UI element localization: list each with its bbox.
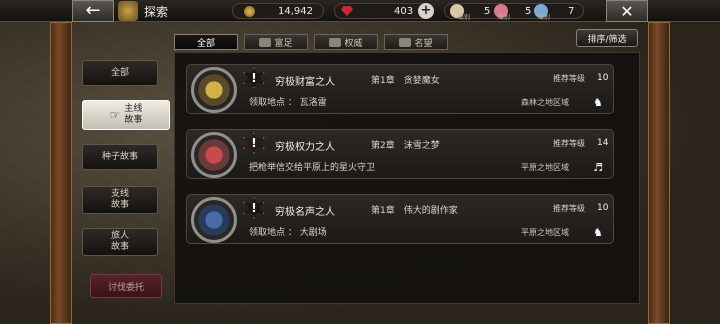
gem-amount: 403 xyxy=(394,5,414,17)
exclamation-icon: ! xyxy=(243,132,265,154)
recommended-level-label: 推荐等级 xyxy=(553,74,585,83)
filter-tabs: 全部 富足 权威 名望 xyxy=(174,34,448,50)
subdue-request-button[interactable]: 讨伐委托 xyxy=(90,274,162,298)
fame-emblem-icon xyxy=(191,197,237,243)
close-icon: ✕ xyxy=(620,1,634,21)
page-title: 探索 xyxy=(144,5,169,19)
quest-location: 领取地点 ： 瓦洛雷 xyxy=(249,98,327,108)
back-button[interactable]: ← xyxy=(72,0,114,22)
horse-icon: ♞ xyxy=(593,95,603,109)
quest-card[interactable]: ! 穷极权力之人 第2章 沫雪之梦 推荐等级 14 把枪举信交给平原上的星火守卫… xyxy=(186,129,614,179)
power-icon xyxy=(329,37,342,47)
gem-icon xyxy=(341,6,353,16)
quest-chapter: 第1章 伟大的剧作家 xyxy=(371,206,458,216)
side-item-main-story[interactable]: ☞ 主线 故事 xyxy=(82,100,170,130)
gold-amount: 14,942 xyxy=(278,5,313,17)
side-item-all[interactable]: 全部 xyxy=(82,60,158,86)
quest-name: 穷极权力之人 xyxy=(275,142,335,153)
horse-icon: ♞ xyxy=(593,225,603,239)
side-item-side-story[interactable]: 支线 故事 xyxy=(82,186,158,214)
fame-icon xyxy=(399,37,412,47)
recommended-level: 10 xyxy=(597,203,609,213)
add-gems-button[interactable]: + xyxy=(418,3,434,19)
tab-fame[interactable]: 名望 xyxy=(384,34,448,50)
coin-icon xyxy=(244,5,255,17)
arrow-left-icon: ← xyxy=(85,0,101,21)
quest-card[interactable]: ! 穷极名声之人 第1章 伟大的剧作家 推荐等级 10 领取地点 ： 大剧场 平… xyxy=(186,194,614,244)
quest-name: 穷极财富之人 xyxy=(275,77,335,88)
wealth-emblem-icon xyxy=(191,67,237,113)
frame-pillar-left xyxy=(50,22,72,324)
quest-name: 穷极名声之人 xyxy=(275,207,335,218)
side-item-seed-story[interactable]: 种子故事 xyxy=(82,144,158,170)
wealth-icon xyxy=(259,37,272,47)
wealth-badge-count: 5 xyxy=(484,5,491,17)
power-emblem-icon xyxy=(191,132,237,178)
pointing-hand-icon: ☞ xyxy=(109,107,121,122)
side-item-traveler-story[interactable]: 旅人 故事 xyxy=(82,228,158,256)
quest-region: 平原之地区域 xyxy=(521,163,569,172)
tab-wealth[interactable]: 富足 xyxy=(244,34,308,50)
close-button[interactable]: ✕ xyxy=(606,0,648,22)
recommended-level: 10 xyxy=(597,73,609,83)
badge-caption: 级别 xyxy=(497,14,510,21)
recommended-level-label: 推荐等级 xyxy=(553,204,585,213)
badge-caption: 级别 xyxy=(537,14,550,21)
explore-icon xyxy=(118,1,138,21)
quest-chapter: 第2章 沫雪之梦 xyxy=(371,141,440,151)
sort-filter-button[interactable]: 排序/筛选 xyxy=(576,29,638,47)
frame-pillar-right xyxy=(648,22,670,324)
recommended-level: 14 xyxy=(597,138,609,148)
lantern-icon: ♬ xyxy=(593,160,603,174)
exclamation-icon: ! xyxy=(243,197,265,219)
recommended-level-label: 推荐等级 xyxy=(553,139,585,148)
fame-badge-count: 7 xyxy=(568,5,575,17)
exclamation-icon: ! xyxy=(243,67,265,89)
quest-chapter: 第1章 贪婪魔女 xyxy=(371,76,440,86)
power-badge-count: 5 xyxy=(525,5,532,17)
tab-power[interactable]: 权威 xyxy=(314,34,378,50)
quest-location: 领取地点 ： 大剧场 xyxy=(249,228,327,238)
quest-location: 把枪举信交给平原上的星火守卫 xyxy=(249,163,376,173)
badge-caption: 级别 xyxy=(457,14,470,21)
quest-card[interactable]: ! 穷极财富之人 第1章 贪婪魔女 推荐等级 10 领取地点 ： 瓦洛雷 森林之… xyxy=(186,64,614,114)
quest-region: 森林之地区域 xyxy=(521,98,569,107)
quest-region: 平原之地区域 xyxy=(521,228,569,237)
tab-all[interactable]: 全部 xyxy=(174,34,238,50)
